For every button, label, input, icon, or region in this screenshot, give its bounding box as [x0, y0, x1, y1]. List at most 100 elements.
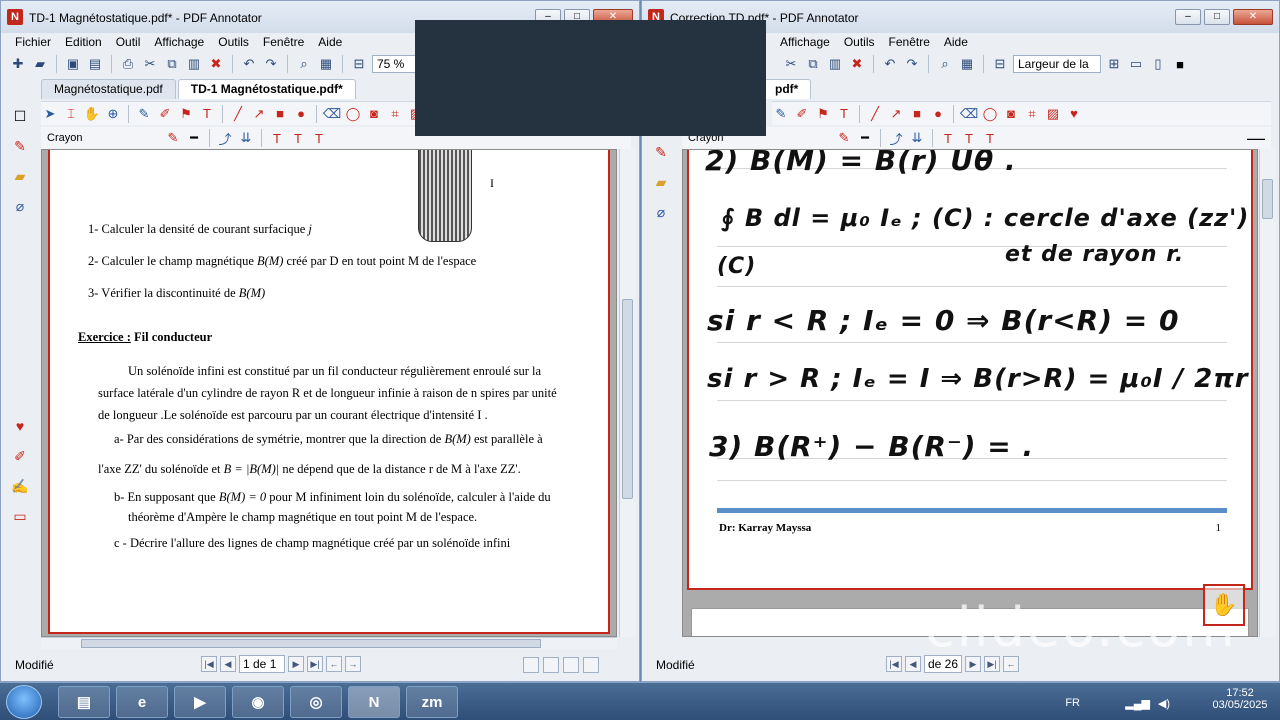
- view-single-page-icon[interactable]: [523, 657, 539, 673]
- ellipse-icon[interactable]: ●: [929, 105, 947, 123]
- delete-icon[interactable]: ✖: [207, 55, 225, 73]
- undo-icon[interactable]: ↶: [240, 55, 258, 73]
- save-as-icon[interactable]: ▤: [86, 55, 104, 73]
- internet-explorer-icon[interactable]: e: [116, 686, 168, 718]
- arrow-icon[interactable]: ↗: [887, 105, 905, 123]
- menu-outils[interactable]: Outils: [844, 35, 875, 49]
- eraser-icon[interactable]: ⌫: [323, 105, 341, 123]
- text-italic-icon[interactable]: T: [289, 129, 307, 147]
- media-player-icon[interactable]: ▶: [174, 686, 226, 718]
- bookmark-icon[interactable]: ▦: [317, 55, 335, 73]
- network-icon[interactable]: ▂▄▆: [1125, 697, 1150, 710]
- magnifier-icon[interactable]: ⊕: [104, 105, 122, 123]
- forward-icon[interactable]: →: [345, 656, 361, 672]
- pen-color-icon[interactable]: ✎: [164, 129, 182, 147]
- line-width-icon[interactable]: ━: [185, 129, 203, 147]
- pressure-icon[interactable]: ⇊: [908, 129, 926, 147]
- collapse-toolbar-icon[interactable]: —: [1247, 128, 1265, 148]
- highlighter-icon[interactable]: ✐: [156, 105, 174, 123]
- rectangle-icon[interactable]: ■: [271, 105, 289, 123]
- menu-edition[interactable]: Edition: [65, 35, 102, 49]
- pdf-annotator-taskbar-icon[interactable]: N: [348, 686, 400, 718]
- pressure-icon[interactable]: ⇊: [237, 129, 255, 147]
- minimize-button[interactable]: ‒: [1175, 9, 1201, 25]
- highlighter-side-icon[interactable]: ✍: [9, 475, 31, 497]
- start-button[interactable]: [6, 685, 42, 719]
- delete-icon[interactable]: ✖: [848, 55, 866, 73]
- menu-fenetre[interactable]: Fenêtre: [889, 35, 930, 49]
- chrome-icon[interactable]: ◎: [290, 686, 342, 718]
- cut-icon[interactable]: ✂: [141, 55, 159, 73]
- line-width-icon[interactable]: ━: [856, 129, 874, 147]
- last-page-icon[interactable]: ▶|: [307, 656, 323, 672]
- clock[interactable]: 17:52 03/05/2025: [1210, 687, 1270, 711]
- cut-icon[interactable]: ✂: [782, 55, 800, 73]
- favorites-heart-icon[interactable]: ♥: [9, 415, 31, 437]
- page-thumbnail-icon[interactable]: ☐: [9, 105, 31, 127]
- tab-td1-magnetostatique[interactable]: TD-1 Magnétostatique.pdf*: [177, 79, 356, 99]
- back-icon[interactable]: ←: [326, 656, 342, 672]
- camera-icon[interactable]: ◙: [1002, 105, 1020, 123]
- camera-icon[interactable]: ◙: [365, 105, 383, 123]
- stamp-icon[interactable]: ⚑: [814, 105, 832, 123]
- print-icon[interactable]: ⎙: [119, 55, 137, 73]
- hscroll-thumb[interactable]: [81, 639, 541, 648]
- text-format-icon[interactable]: T: [939, 129, 957, 147]
- new-icon[interactable]: ✚: [9, 55, 27, 73]
- menu-affichage[interactable]: Affichage: [154, 35, 204, 49]
- text-italic-icon[interactable]: T: [960, 129, 978, 147]
- rectangle-icon[interactable]: ■: [908, 105, 926, 123]
- text-tool-icon[interactable]: T: [198, 105, 216, 123]
- text-format-icon[interactable]: T: [268, 129, 286, 147]
- file-explorer-icon[interactable]: ▤: [58, 686, 110, 718]
- scroll-thumb[interactable]: [622, 299, 633, 499]
- insert-image-icon[interactable]: ▨: [1044, 105, 1062, 123]
- prev-page-icon[interactable]: ◀: [220, 656, 236, 672]
- right-document-view[interactable]: 2) B(M) = B(r) Uθ . ∮ B dl = μ₀ Iₑ ; (C)…: [682, 149, 1258, 637]
- fit-width-icon[interactable]: ▯: [1149, 55, 1167, 73]
- text-strike-icon[interactable]: T: [310, 129, 328, 147]
- find-icon[interactable]: ⌕: [295, 55, 313, 73]
- paste-icon[interactable]: ▥: [185, 55, 203, 73]
- pen-icon[interactable]: ✎: [772, 105, 790, 123]
- lasso-icon[interactable]: ◯: [344, 105, 362, 123]
- lasso-icon[interactable]: ◯: [981, 105, 999, 123]
- open-folder-icon[interactable]: ▰: [31, 55, 49, 73]
- language-indicator[interactable]: FR: [1065, 697, 1080, 709]
- stamp-icon[interactable]: ⚑: [177, 105, 195, 123]
- copy-icon[interactable]: ⧉: [163, 55, 181, 73]
- scroll-thumb[interactable]: [1262, 179, 1273, 219]
- page-number-field[interactable]: 1 de 1: [239, 655, 285, 673]
- paste-icon[interactable]: ▥: [826, 55, 844, 73]
- folder-icon[interactable]: ▰: [650, 171, 672, 193]
- annotations-pen-icon[interactable]: ✎: [650, 141, 672, 163]
- save-icon[interactable]: ▣: [64, 55, 82, 73]
- copy-icon[interactable]: ⧉: [804, 55, 822, 73]
- zoom-in-icon[interactable]: ⊞: [1105, 55, 1123, 73]
- maximize-button[interactable]: □: [1204, 9, 1230, 25]
- redo-icon[interactable]: ↷: [903, 55, 921, 73]
- left-document-view[interactable]: I 1- Calculer la densité de courant surf…: [41, 149, 617, 637]
- view-two-continuous-icon[interactable]: [583, 657, 599, 673]
- hand-tool-floating-icon[interactable]: ✋: [1203, 584, 1245, 626]
- view-continuous-icon[interactable]: [543, 657, 559, 673]
- zoom-out-icon[interactable]: ⊟: [350, 55, 368, 73]
- menu-outil[interactable]: Outil: [116, 35, 141, 49]
- arrow-icon[interactable]: ↗: [250, 105, 268, 123]
- redo-icon[interactable]: ↷: [262, 55, 280, 73]
- zoom-fit-select[interactable]: Largeur de la: [1013, 55, 1101, 73]
- fit-page-icon[interactable]: ▭: [1127, 55, 1145, 73]
- menu-aide[interactable]: Aide: [944, 35, 968, 49]
- crop-icon[interactable]: ⌗: [1023, 105, 1041, 123]
- ellipse-icon[interactable]: ●: [292, 105, 310, 123]
- menu-fenetre[interactable]: Fenêtre: [263, 35, 304, 49]
- view-two-pages-icon[interactable]: [563, 657, 579, 673]
- select-arrow-icon[interactable]: ➤: [41, 105, 59, 123]
- annotations-pen-icon[interactable]: ✎: [9, 135, 31, 157]
- full-screen-icon[interactable]: ■: [1171, 55, 1189, 73]
- line-icon[interactable]: ╱: [866, 105, 884, 123]
- text-tool-icon[interactable]: T: [835, 105, 853, 123]
- smooth-stroke-icon[interactable]: ⤴: [887, 129, 905, 147]
- volume-icon[interactable]: ◀): [1158, 697, 1170, 710]
- tab-correction-td[interactable]: pdf*: [762, 79, 812, 99]
